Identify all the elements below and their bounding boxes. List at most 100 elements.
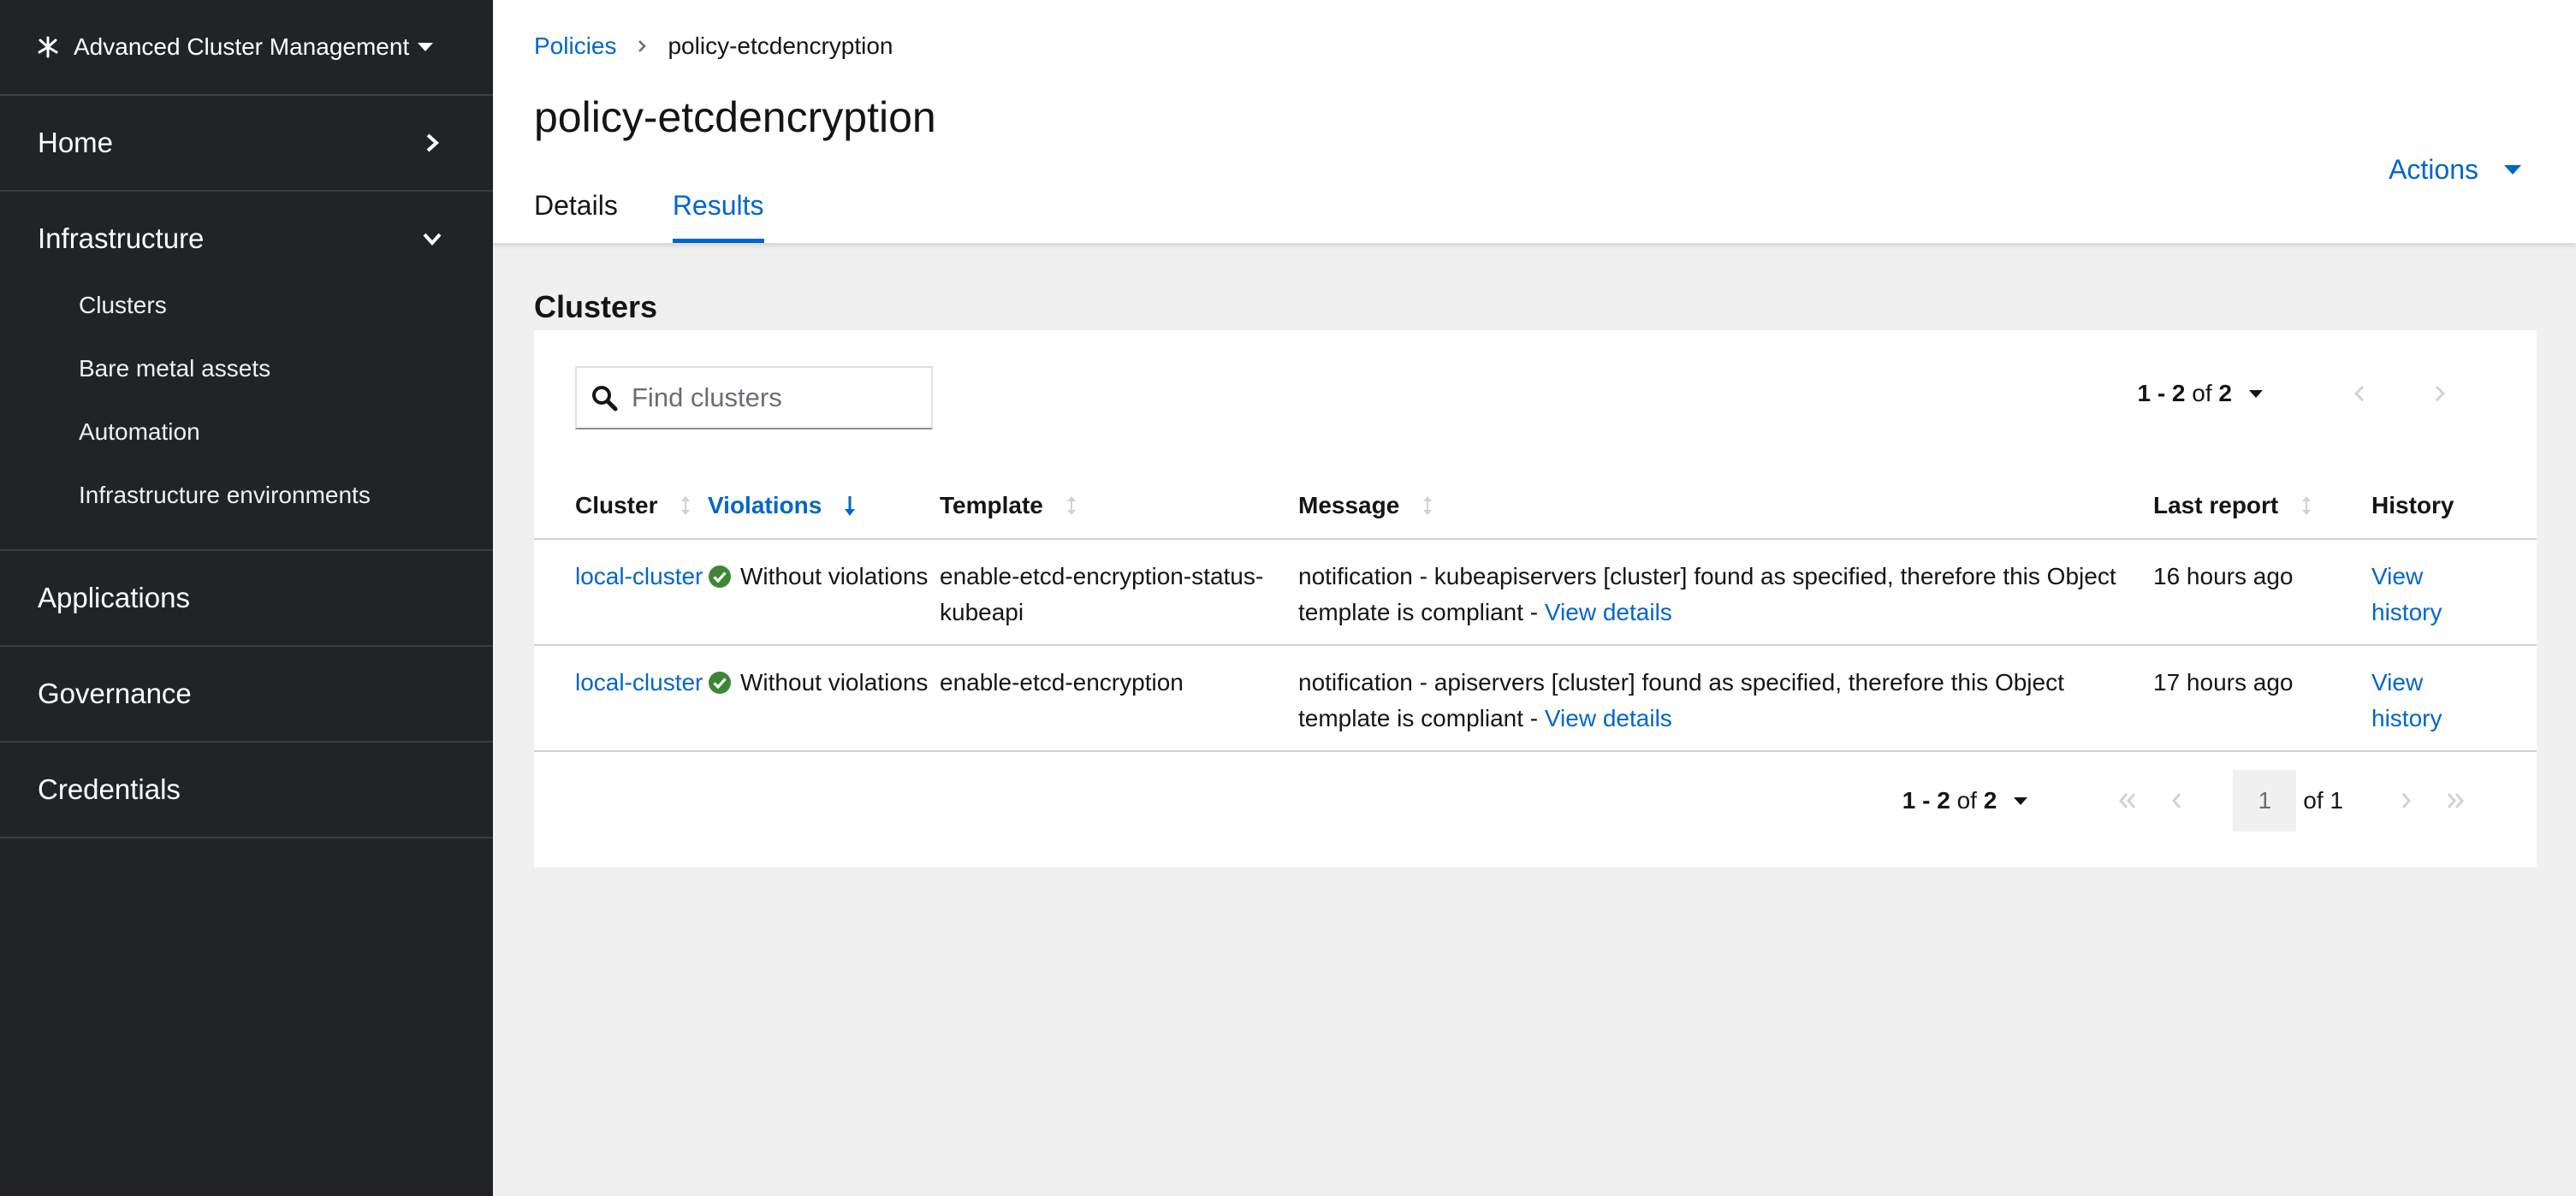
previous-page-icon[interactable] — [2350, 384, 2369, 403]
tab-bar: Details Results — [534, 190, 819, 243]
sidebar-item-label: Infrastructure — [38, 222, 205, 254]
column-header-template[interactable]: Template — [940, 472, 1298, 540]
table-row: local-cluster Without violations enable-… — [534, 645, 2537, 752]
page-count-label: of 1 — [2303, 787, 2343, 814]
caret-down-icon — [2249, 389, 2263, 398]
sidebar-item-home[interactable]: Home — [0, 96, 493, 190]
violations-status: Without violations — [740, 669, 929, 696]
chevron-right-icon — [426, 133, 439, 152]
check-circle-icon — [709, 565, 731, 588]
next-page-icon[interactable] — [2431, 384, 2449, 403]
nav-group-applications: Applications — [0, 551, 493, 647]
perspective-switcher[interactable]: Advanced Cluster Management — [0, 0, 493, 96]
breadcrumb-current: policy-etcdencryption — [668, 33, 893, 59]
page-header: Policies policy-etcdencryption policy-et… — [493, 0, 2576, 243]
message-text: notification - apiservers [cluster] foun… — [1298, 669, 2064, 731]
cluster-link[interactable]: local-cluster — [575, 563, 703, 589]
current-page-input[interactable]: 1 — [2233, 770, 2297, 832]
table-row: local-cluster Without violations enable-… — [534, 539, 2537, 646]
sidebar-item-label: Credentials — [38, 773, 181, 805]
main-content: Policies policy-etcdencryption policy-et… — [493, 0, 2576, 1196]
sort-icon — [681, 495, 691, 515]
infrastructure-subnav: Clusters Bare metal assets Automation In… — [0, 274, 493, 549]
view-history-link[interactable]: View history — [2371, 665, 2457, 737]
sort-descending-icon — [845, 495, 856, 516]
table-header-row: Cluster Violations Template Message Last… — [534, 472, 2537, 540]
column-header-last-report[interactable]: Last report — [2153, 472, 2371, 540]
sidebar-item-label: Applications — [38, 582, 190, 613]
caret-down-icon — [2504, 165, 2521, 175]
per-page-toggle[interactable]: 1 - 2 of 2 — [2137, 380, 2263, 407]
column-label: History — [2371, 491, 2454, 518]
pagination-top: 1 - 2 of 2 — [2137, 380, 2480, 407]
chevron-down-icon — [423, 233, 442, 246]
nav-group-home: Home — [0, 96, 493, 192]
column-header-cluster[interactable]: Cluster — [534, 472, 708, 540]
breadcrumb: Policies policy-etcdencryption — [534, 33, 893, 60]
pagination-total: 2 — [1983, 787, 1997, 814]
status-badge: Without violations — [708, 665, 940, 701]
chevron-right-icon — [638, 40, 647, 52]
sort-icon — [1066, 495, 1076, 515]
nav-group-governance: Governance — [0, 647, 493, 743]
sidebar-item-label: Governance — [38, 678, 192, 709]
column-label: Template — [940, 491, 1043, 518]
column-label: Last report — [2153, 491, 2279, 518]
last-report: 17 hours ago — [2153, 645, 2371, 752]
sidebar: Advanced Cluster Management Home Infrast… — [0, 0, 493, 1196]
search-input[interactable] — [632, 382, 923, 413]
clusters-card: 1 - 2 of 2 Cluster Violations — [534, 330, 2537, 867]
column-label: Message — [1298, 491, 1400, 518]
view-details-link[interactable]: View details — [1545, 599, 1672, 625]
pagination-of: of — [1956, 787, 1977, 814]
search-box — [575, 366, 933, 429]
pagination-range: 1 - 2 — [1902, 787, 1950, 814]
pagination-bottom: 1 - 2 of 2 1 of 1 — [1902, 770, 2480, 832]
check-circle-icon — [709, 672, 731, 694]
tab-results[interactable]: Results — [672, 190, 764, 243]
perspective-label: Advanced Cluster Management — [74, 33, 410, 60]
first-page-icon[interactable] — [2116, 791, 2139, 810]
next-page-icon[interactable] — [2395, 791, 2417, 810]
sidebar-item-applications[interactable]: Applications — [0, 551, 493, 645]
sort-icon — [2302, 495, 2312, 515]
page-nav-bottom: 1 of 1 — [2103, 770, 2480, 832]
column-label: Cluster — [575, 491, 658, 518]
pagination-total: 2 — [2218, 380, 2232, 406]
cluster-link[interactable]: local-cluster — [575, 669, 703, 696]
sidebar-item-bare-metal-assets[interactable]: Bare metal assets — [0, 337, 493, 400]
sort-icon — [1423, 495, 1433, 515]
sidebar-item-clusters[interactable]: Clusters — [0, 274, 493, 337]
clusters-table: Cluster Violations Template Message Last… — [534, 472, 2537, 752]
last-report: 16 hours ago — [2153, 539, 2371, 646]
sidebar-item-infrastructure-environments[interactable]: Infrastructure environments — [0, 464, 493, 527]
nav-group-credentials: Credentials — [0, 743, 493, 838]
per-page-toggle[interactable]: 1 - 2 of 2 — [1902, 787, 2028, 814]
last-page-icon[interactable] — [2444, 791, 2466, 810]
message-text: notification - kubeapiservers [cluster] … — [1298, 563, 2116, 625]
column-label: Violations — [708, 491, 822, 518]
violations-status: Without violations — [740, 563, 929, 589]
status-badge: Without violations — [708, 559, 940, 595]
view-history-link[interactable]: View history — [2371, 559, 2457, 631]
breadcrumb-link-policies[interactable]: Policies — [534, 33, 616, 60]
view-details-link[interactable]: View details — [1545, 705, 1672, 731]
column-header-violations[interactable]: Violations — [708, 472, 940, 540]
pagination-range: 1 - 2 — [2137, 380, 2186, 406]
section-title-clusters: Clusters — [534, 289, 658, 324]
sidebar-item-infrastructure[interactable]: Infrastructure — [0, 192, 493, 286]
sidebar-item-credentials[interactable]: Credentials — [0, 743, 493, 837]
caret-down-icon — [418, 43, 433, 51]
template-name: enable-etcd-encryption-status-kubeapi — [940, 539, 1298, 646]
actions-label: Actions — [2389, 154, 2478, 185]
sidebar-item-label: Home — [38, 127, 114, 158]
page-nav-top — [2319, 384, 2480, 403]
tab-details[interactable]: Details — [534, 190, 618, 243]
actions-dropdown[interactable]: Actions — [2389, 154, 2521, 186]
search-icon — [592, 386, 618, 411]
sidebar-item-automation[interactable]: Automation — [0, 400, 493, 464]
column-header-message[interactable]: Message — [1298, 472, 2153, 540]
sidebar-item-governance[interactable]: Governance — [0, 647, 493, 741]
previous-page-icon[interactable] — [2166, 791, 2188, 810]
acm-logo-icon — [38, 36, 58, 58]
